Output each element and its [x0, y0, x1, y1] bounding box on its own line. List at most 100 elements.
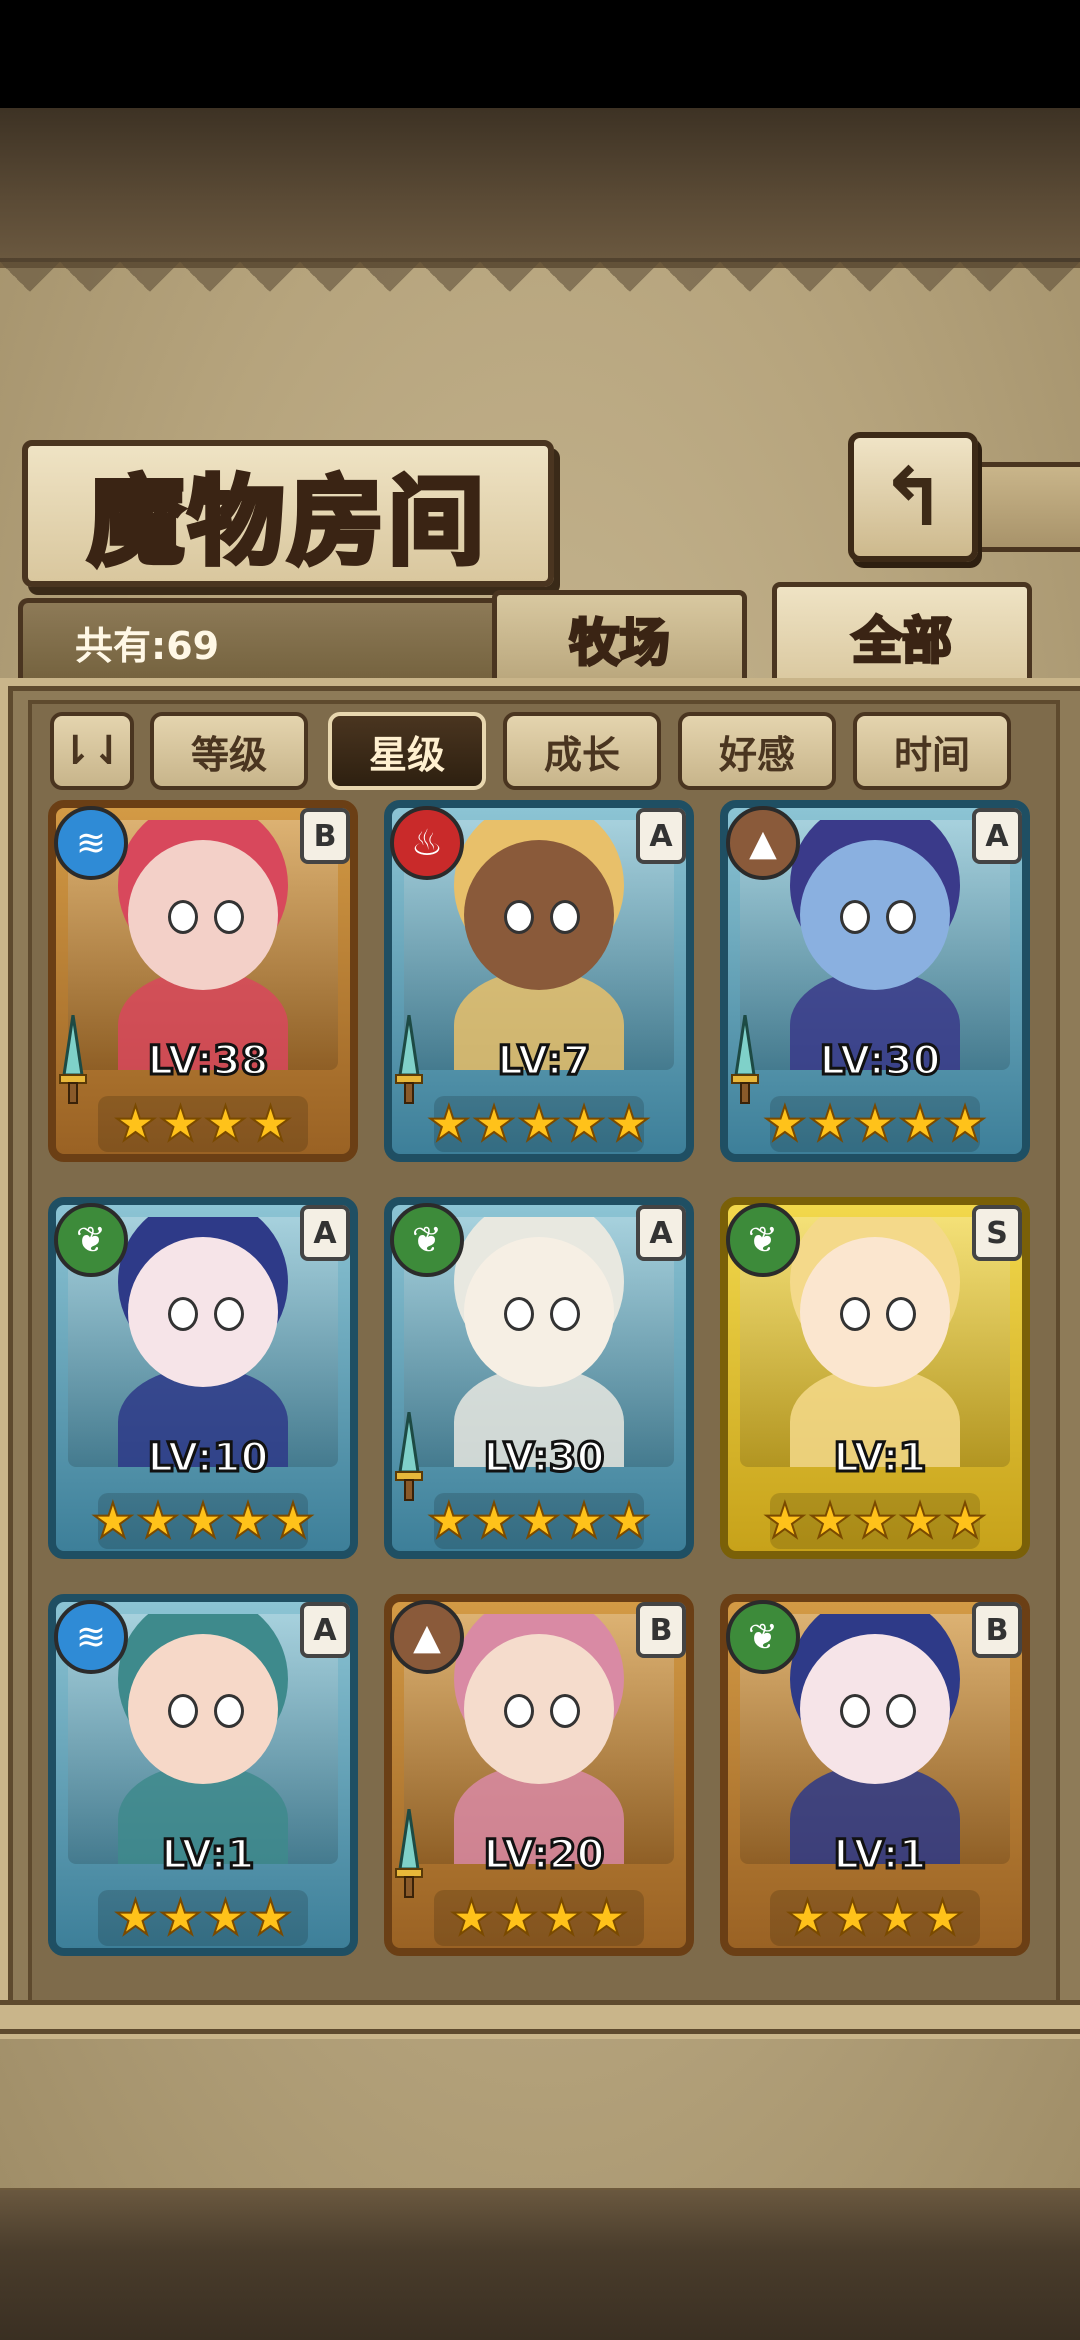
portrait-eye: [840, 1694, 870, 1728]
element-water-icon: ≋: [54, 806, 128, 880]
sort-level-button[interactable]: 等级: [150, 712, 308, 790]
sort-affection-button[interactable]: 好感: [678, 712, 836, 790]
star-rating: ★ ★ ★ ★ ★: [90, 1492, 315, 1550]
star-rating: ★ ★ ★ ★ ★: [762, 1492, 987, 1550]
rank-badge: B: [300, 808, 350, 864]
status-bar: [0, 0, 1080, 108]
rank-badge: B: [972, 1602, 1022, 1658]
level-label: LV:38: [146, 1037, 270, 1086]
portrait-eye: [550, 1297, 580, 1331]
star-icon: ★: [762, 1095, 807, 1153]
page-title: 魔物房间: [86, 463, 488, 581]
monster-card[interactable]: ❦ S LV:1 ★ ★ ★ ★ ★: [720, 1197, 1030, 1559]
monster-card[interactable]: ≋ A LV:1 ★ ★ ★ ★: [48, 1594, 358, 1956]
portrait-head: [128, 1634, 278, 1784]
level-label: LV:10: [146, 1434, 270, 1483]
star-icon: ★: [943, 1492, 988, 1550]
top-map-strip: [0, 108, 1080, 258]
star-icon: ★: [516, 1095, 561, 1153]
element-earth-icon: ▲: [726, 806, 800, 880]
sword-icon: [731, 1015, 759, 1104]
tab-ranch-label: 牧场: [568, 613, 671, 674]
sort-star-button[interactable]: 星级: [328, 712, 486, 790]
portrait-eye: [840, 900, 870, 934]
star-icon: ★: [203, 1095, 248, 1153]
element-wood-icon: ❦: [54, 1203, 128, 1277]
portrait-eye: [550, 900, 580, 934]
star-rating: ★ ★ ★ ★ ★: [426, 1492, 651, 1550]
rank-badge: B: [636, 1602, 686, 1658]
portrait-head: [800, 1237, 950, 1387]
star-icon: ★: [785, 1889, 830, 1947]
portrait-head: [800, 840, 950, 990]
star-rating: ★ ★ ★ ★: [434, 1889, 644, 1947]
portrait-eye: [214, 1297, 244, 1331]
rank-badge: S: [972, 1205, 1022, 1261]
star-icon: ★: [90, 1492, 135, 1550]
level-label: LV:7: [496, 1037, 592, 1086]
star-icon: ★: [226, 1492, 271, 1550]
star-icon: ★: [584, 1889, 629, 1947]
star-icon: ★: [607, 1492, 652, 1550]
sort-affection-label: 好感: [718, 732, 795, 777]
portrait-head: [464, 1634, 614, 1784]
star-icon: ★: [426, 1095, 471, 1153]
star-icon: ★: [539, 1889, 584, 1947]
sword-icon: [395, 1015, 423, 1104]
rank-badge: A: [636, 1205, 686, 1261]
back-rail: [966, 462, 1080, 552]
star-icon: ★: [943, 1095, 988, 1153]
sort-order-icon: ⇂⇃: [58, 728, 126, 774]
star-icon: ★: [898, 1095, 943, 1153]
star-icon: ★: [203, 1889, 248, 1947]
sort-growth-label: 成长: [543, 732, 620, 777]
tab-all-label: 全部: [851, 611, 954, 672]
tab-all[interactable]: 全部: [772, 582, 1032, 687]
level-label: LV:1: [832, 1831, 928, 1880]
monster-card[interactable]: ≋ B LV:38 ★ ★ ★ ★: [48, 800, 358, 1162]
monster-card[interactable]: ❦ B LV:1 ★ ★ ★ ★: [720, 1594, 1030, 1956]
sword-icon: [395, 1809, 423, 1898]
star-icon: ★: [494, 1889, 539, 1947]
sort-growth-button[interactable]: 成长: [503, 712, 661, 790]
rank-badge: A: [300, 1205, 350, 1261]
portrait-eye: [886, 1694, 916, 1728]
level-label: LV:1: [160, 1831, 256, 1880]
portrait-eye: [886, 900, 916, 934]
back-button[interactable]: ↰: [848, 432, 978, 562]
star-icon: ★: [471, 1492, 516, 1550]
sort-time-button[interactable]: 时间: [853, 712, 1011, 790]
star-rating: ★ ★ ★ ★: [98, 1889, 308, 1947]
star-icon: ★: [807, 1492, 852, 1550]
portrait-head: [128, 1237, 278, 1387]
star-icon: ★: [248, 1889, 293, 1947]
monster-card[interactable]: ❦ A LV:30 ★ ★ ★ ★ ★: [384, 1197, 694, 1559]
portrait-eye: [168, 1297, 198, 1331]
portrait-eye: [504, 1694, 534, 1728]
portrait-eye: [504, 1297, 534, 1331]
monster-card[interactable]: ▲ B LV:20 ★ ★ ★ ★: [384, 1594, 694, 1956]
element-wood-icon: ❦: [726, 1600, 800, 1674]
star-icon: ★: [113, 1889, 158, 1947]
torn-edge: [0, 262, 1080, 322]
sword-icon: [395, 1412, 423, 1501]
portrait-eye: [886, 1297, 916, 1331]
star-icon: ★: [562, 1095, 607, 1153]
star-icon: ★: [762, 1492, 807, 1550]
monster-card[interactable]: ❦ A LV:10 ★ ★ ★ ★ ★: [48, 1197, 358, 1559]
portrait-eye: [504, 900, 534, 934]
monster-card[interactable]: ♨ A LV:7 ★ ★ ★ ★ ★: [384, 800, 694, 1162]
sort-star-label: 星级: [368, 732, 445, 777]
rank-badge: A: [300, 1602, 350, 1658]
sort-level-label: 等级: [190, 732, 267, 777]
tab-ranch[interactable]: 牧场: [492, 590, 747, 683]
star-icon: ★: [607, 1095, 652, 1153]
star-icon: ★: [426, 1492, 471, 1550]
monster-card[interactable]: ▲ A LV:30 ★ ★ ★ ★ ★: [720, 800, 1030, 1162]
star-rating: ★ ★ ★ ★: [770, 1889, 980, 1947]
star-rating: ★ ★ ★ ★ ★: [426, 1095, 651, 1153]
star-icon: ★: [271, 1492, 316, 1550]
element-wood-icon: ❦: [390, 1203, 464, 1277]
sort-order-toggle[interactable]: ⇂⇃: [50, 712, 134, 790]
portrait-head: [464, 1237, 614, 1387]
